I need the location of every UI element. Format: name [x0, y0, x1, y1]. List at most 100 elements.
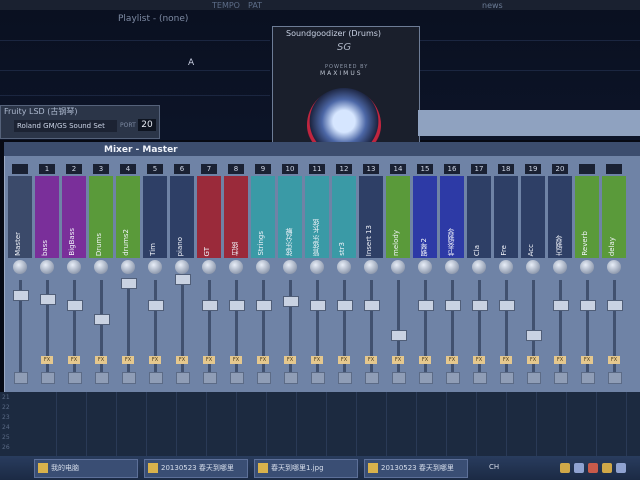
send-button[interactable]	[554, 372, 568, 384]
volume-fader[interactable]	[445, 300, 461, 311]
send-button[interactable]	[608, 372, 622, 384]
pan-knob[interactable]	[418, 260, 432, 274]
mixer-strip[interactable]: 3 Drums FX	[89, 160, 113, 388]
send-button[interactable]	[122, 372, 136, 384]
taskbar-task[interactable]: 春天到哪里1.jpg	[254, 459, 358, 478]
mixer-strip[interactable]: 6 piano FX	[170, 160, 194, 388]
volume-fader[interactable]	[418, 300, 434, 311]
strip-name-panel[interactable]: Master	[8, 176, 32, 258]
volume-fader[interactable]	[283, 296, 299, 307]
sound-set-field[interactable]: Roland GM/GS Sound Set	[14, 120, 117, 132]
pan-knob[interactable]	[607, 260, 621, 274]
mixer-strip[interactable]: 9 Strings FX	[251, 160, 275, 388]
volume-fader[interactable]	[526, 330, 542, 341]
send-button[interactable]	[338, 372, 352, 384]
volume-icon[interactable]	[574, 463, 584, 473]
pan-knob[interactable]	[337, 260, 351, 274]
send-button[interactable]	[14, 372, 28, 384]
send-button[interactable]	[392, 372, 406, 384]
pan-knob[interactable]	[175, 260, 189, 274]
volume-fader[interactable]	[391, 330, 407, 341]
send-button[interactable]	[527, 372, 541, 384]
mixer-strip[interactable]: 18 Fre FX	[494, 160, 518, 388]
volume-fader[interactable]	[553, 300, 569, 311]
taskbar-task[interactable]: 20130523 春天到哪里	[364, 459, 468, 478]
mixer-strip[interactable]: 5 Tim FX	[143, 160, 167, 388]
playlist-marker[interactable]: A	[188, 58, 194, 68]
strip-name-panel[interactable]: 节奏钢琴	[440, 176, 464, 258]
soundgoodizer-title[interactable]: Soundgoodizer (Drums)	[286, 29, 381, 38]
volume-fader[interactable]	[40, 294, 56, 305]
strip-name-panel[interactable]: 管弦乐 长弦	[305, 176, 329, 258]
volume-fader[interactable]	[310, 300, 326, 311]
mixer-strip[interactable]: 2 BigBass FX	[62, 160, 86, 388]
pan-knob[interactable]	[391, 260, 405, 274]
mixer-strip[interactable]: Reverb FX	[575, 160, 599, 388]
strip-name-panel[interactable]: GT	[197, 176, 221, 258]
pan-knob[interactable]	[148, 260, 162, 274]
mixer-strip[interactable]: 10 弦乐分解 FX	[278, 160, 302, 388]
strip-name-panel[interactable]: 扫弦	[224, 176, 248, 258]
strip-name-panel[interactable]: Reverb	[575, 176, 599, 258]
pan-knob[interactable]	[580, 260, 594, 274]
update-icon[interactable]	[602, 463, 612, 473]
strip-name-panel[interactable]: Insert 13	[359, 176, 383, 258]
pan-knob[interactable]	[364, 260, 378, 274]
send-button[interactable]	[230, 372, 244, 384]
strip-name-panel[interactable]: bass	[35, 176, 59, 258]
pan-knob[interactable]	[202, 260, 216, 274]
mixer-strip[interactable]: 14 melody FX	[386, 160, 410, 388]
mixer-strip[interactable]: 17 Cla FX	[467, 160, 491, 388]
volume-fader[interactable]	[94, 314, 110, 325]
strip-name-panel[interactable]: melody	[386, 176, 410, 258]
mixer-strip[interactable]: 1 bass FX	[35, 160, 59, 388]
taskbar-task[interactable]: 20130523 春天到哪里	[144, 459, 248, 478]
pan-knob[interactable]	[472, 260, 486, 274]
send-button[interactable]	[257, 372, 271, 384]
mixer-strip[interactable]: 15 钢琴2 FX	[413, 160, 437, 388]
mixer-strip[interactable]: 7 GT FX	[197, 160, 221, 388]
strip-name-panel[interactable]: Strings	[251, 176, 275, 258]
pan-knob[interactable]	[526, 260, 540, 274]
send-button[interactable]	[41, 372, 55, 384]
send-button[interactable]	[419, 372, 433, 384]
clock-icon[interactable]	[616, 463, 626, 473]
send-button[interactable]	[284, 372, 298, 384]
volume-fader[interactable]	[580, 300, 596, 311]
send-button[interactable]	[500, 372, 514, 384]
mixer-strip[interactable]: 4 drums2 FX	[116, 160, 140, 388]
pan-knob[interactable]	[553, 260, 567, 274]
pan-knob[interactable]	[94, 260, 108, 274]
pan-knob[interactable]	[256, 260, 270, 274]
pan-knob[interactable]	[13, 260, 27, 274]
strip-name-panel[interactable]: drums2	[116, 176, 140, 258]
strip-name-panel[interactable]: str3	[332, 176, 356, 258]
volume-fader[interactable]	[337, 300, 353, 311]
volume-fader[interactable]	[148, 300, 164, 311]
mixer-strip[interactable]: 16 节奏钢琴 FX	[440, 160, 464, 388]
volume-fader[interactable]	[472, 300, 488, 311]
pan-knob[interactable]	[445, 260, 459, 274]
port-value[interactable]: 20	[138, 119, 156, 131]
taskbar-task[interactable]: 我的电脑	[34, 459, 138, 478]
mixer-strip[interactable]: 12 str3 FX	[332, 160, 356, 388]
pan-knob[interactable]	[310, 260, 324, 274]
strip-name-panel[interactable]: 弦乐分解	[278, 176, 302, 258]
volume-fader[interactable]	[13, 290, 29, 301]
mixer-strip[interactable]: Master	[8, 160, 32, 388]
pan-knob[interactable]	[67, 260, 81, 274]
send-button[interactable]	[365, 372, 379, 384]
strip-name-panel[interactable]: Drums	[89, 176, 113, 258]
pan-knob[interactable]	[283, 260, 297, 274]
pan-knob[interactable]	[229, 260, 243, 274]
strip-name-panel[interactable]: Cla	[467, 176, 491, 258]
send-button[interactable]	[446, 372, 460, 384]
pan-knob[interactable]	[499, 260, 513, 274]
send-button[interactable]	[473, 372, 487, 384]
network-icon[interactable]	[560, 463, 570, 473]
strip-name-panel[interactable]: 钢琴2	[413, 176, 437, 258]
volume-fader[interactable]	[256, 300, 272, 311]
input-language-indicator[interactable]: CH	[489, 463, 499, 471]
send-button[interactable]	[68, 372, 82, 384]
strip-name-panel[interactable]: Tim	[143, 176, 167, 258]
